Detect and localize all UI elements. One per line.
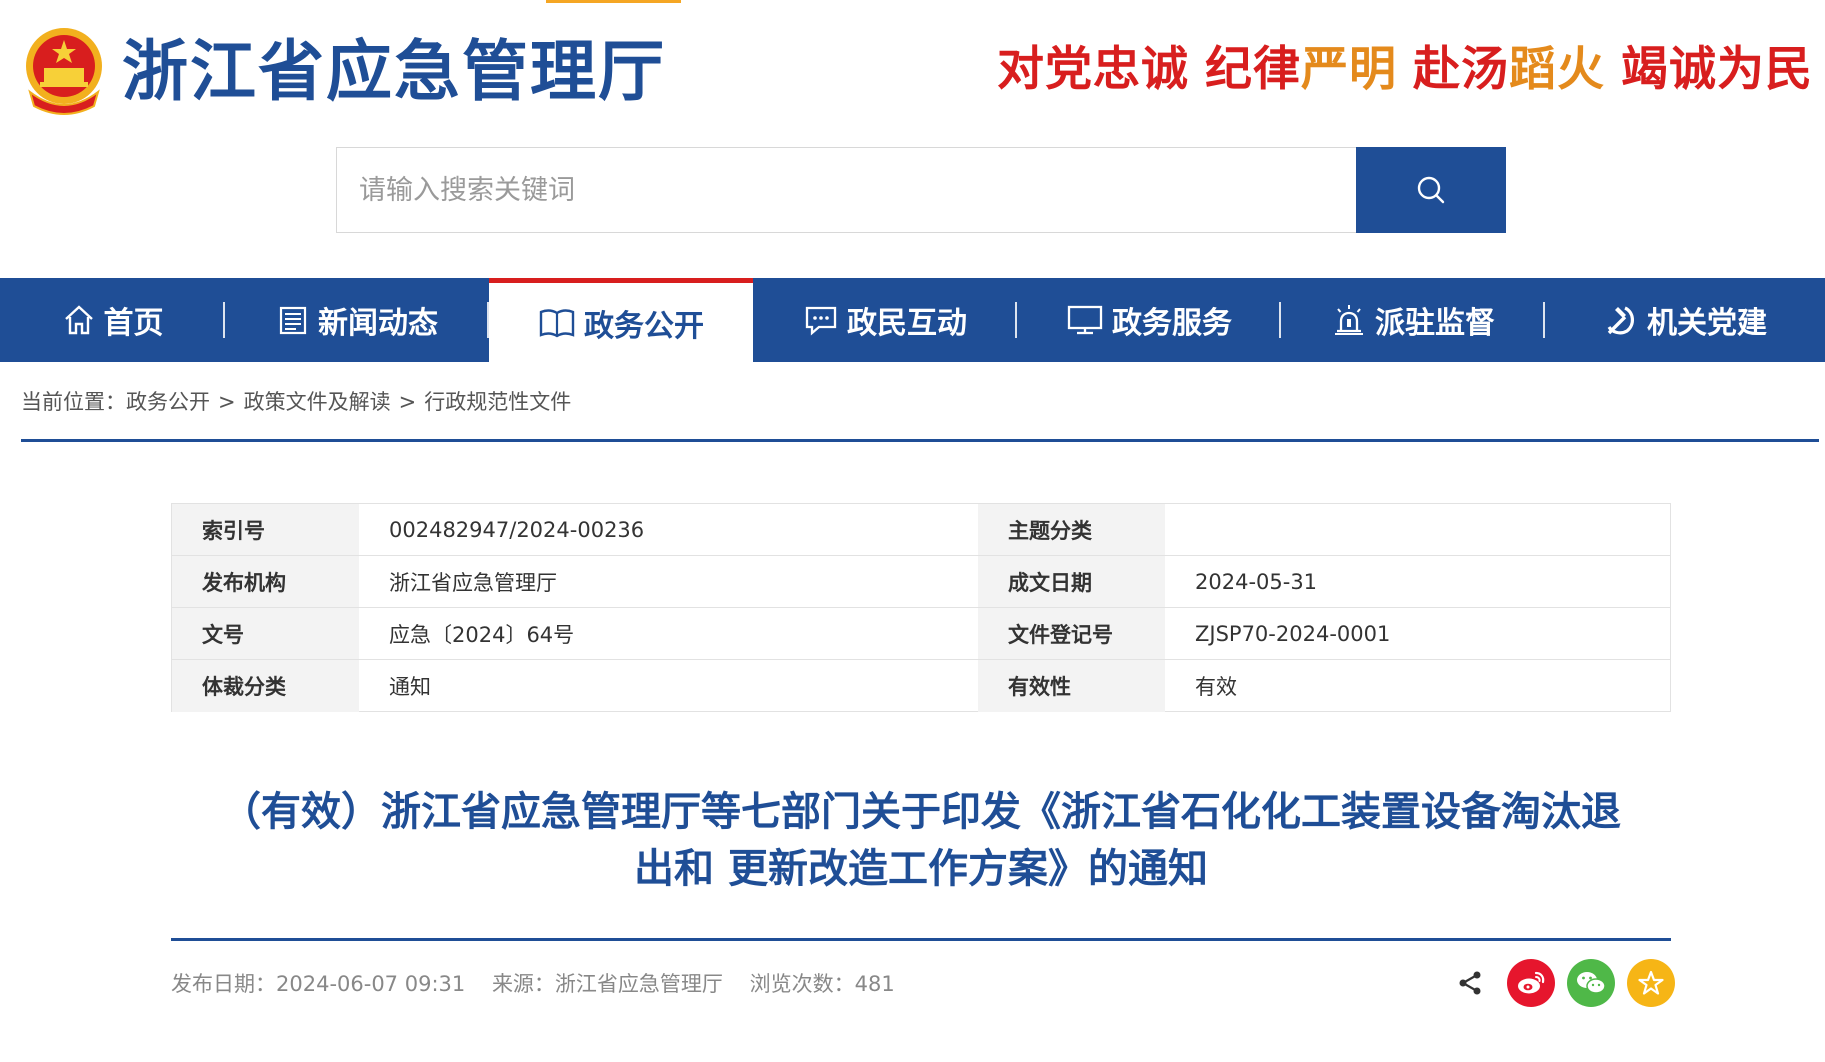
slogan-2-a: 纪律: [1205, 42, 1301, 97]
table-row: 索引号 002482947/2024-00236 主题分类: [172, 504, 1670, 556]
slogan-1: 对党忠诚: [997, 42, 1189, 97]
breadcrumb-divider: [21, 439, 1819, 442]
search-input[interactable]: [336, 147, 1356, 233]
meta-key: 发布机构: [172, 556, 359, 607]
nav-label: 新闻动态: [318, 306, 438, 341]
meta-key: 体裁分类: [172, 660, 359, 712]
meta-value: 有效: [1195, 675, 1237, 699]
meta-key: 有效性: [978, 660, 1165, 712]
hammer-sickle-icon: [1603, 303, 1639, 337]
meta-value: 通知: [389, 675, 431, 699]
search-button[interactable]: [1356, 147, 1506, 233]
breadcrumb-separator: >: [398, 390, 417, 414]
slogan-3-b: 蹈火: [1509, 42, 1605, 97]
nav-label: 政务服务: [1112, 306, 1232, 341]
meta-value: 应急〔2024〕64号: [389, 622, 575, 647]
nav-label: 机关党建: [1647, 306, 1767, 341]
meta-key: 索引号: [172, 504, 359, 555]
main-nav: 首页 新闻动态 政务公开 政民互动 政务服务 派驻监督 机关党建: [0, 278, 1825, 362]
wechat-icon: [1577, 972, 1606, 994]
nav-item-services[interactable]: 政务服务: [1017, 278, 1281, 362]
share-icon[interactable]: [1455, 968, 1485, 998]
meta-key: 成文日期: [978, 556, 1165, 607]
title-divider: [171, 938, 1671, 941]
breadcrumb-separator: >: [218, 390, 236, 414]
nav-label: 首页: [103, 306, 164, 341]
table-row: 发布机构 浙江省应急管理厅 成文日期 2024-05-31: [172, 556, 1670, 608]
view-count: 浏览次数：481: [749, 972, 895, 996]
search-bar: [336, 147, 1506, 233]
slogan-3-a: 赴汤: [1413, 42, 1509, 97]
article-info: 发布日期：2024-06-07 09:31 来源：浙江省应急管理厅 浏览次数：4…: [171, 968, 915, 998]
meta-value: [1165, 504, 1670, 555]
star-icon: [1638, 970, 1664, 995]
favorite-button[interactable]: [1627, 959, 1675, 1007]
breadcrumb: 当前位置：政务公开 > 政策文件及解读 > 行政规范性文件: [21, 386, 571, 416]
meta-value: ZJSP70-2024-0001: [1195, 621, 1391, 646]
nav-item-government-affairs[interactable]: 政务公开: [489, 278, 753, 362]
nav-item-interaction[interactable]: 政民互动: [753, 278, 1017, 362]
newspaper-icon: [276, 303, 310, 337]
slogan-4: 竭诚为民: [1621, 42, 1813, 97]
article-title-line-2: 出和 更新改造工作方案》的通知: [634, 846, 1208, 892]
nav-item-home[interactable]: 首页: [0, 278, 225, 362]
national-emblem-icon: [26, 28, 102, 115]
table-row: 体裁分类 通知 有效性 有效: [172, 660, 1670, 712]
nav-label: 派驻监督: [1375, 306, 1495, 341]
search-icon: [1417, 176, 1445, 204]
nav-label: 政务公开: [584, 308, 704, 344]
slogan-2-b: 严明: [1301, 42, 1397, 97]
meta-value: 002482947/2024-00236: [389, 517, 645, 542]
nav-item-party-building[interactable]: 机关党建: [1545, 278, 1825, 362]
monitor-icon: [1066, 303, 1104, 337]
wechat-share-button[interactable]: [1567, 959, 1615, 1007]
chat-icon: [803, 303, 839, 337]
home-icon: [62, 303, 96, 337]
article-title-line-1: （有效）浙江省应急管理厅等七部门关于印发《浙江省石化化工装置设备淘汰退: [221, 789, 1621, 835]
meta-value: 2024-05-31: [1195, 569, 1318, 594]
alarm-icon: [1331, 303, 1367, 337]
meta-key: 主题分类: [978, 504, 1165, 555]
share-bar: [1455, 959, 1687, 1007]
meta-key: 文件登记号: [978, 608, 1165, 659]
nav-label: 政民互动: [847, 306, 967, 341]
nav-item-supervision[interactable]: 派驻监督: [1281, 278, 1545, 362]
meta-key: 文号: [172, 608, 359, 659]
nav-item-news[interactable]: 新闻动态: [225, 278, 489, 362]
weibo-icon: [1518, 971, 1545, 994]
meta-value: 浙江省应急管理厅: [389, 570, 557, 595]
book-icon: [538, 306, 576, 340]
breadcrumb-prefix: 当前位置：: [21, 390, 126, 414]
site-header: 浙江省应急管理厅 对党忠诚 纪律严明 赴汤蹈火 竭诚为民: [0, 0, 1825, 140]
article-source: 来源：浙江省应急管理厅: [491, 972, 723, 996]
breadcrumb-item-policy-docs[interactable]: 政策文件及解读: [244, 390, 391, 414]
table-row: 文号 应急〔2024〕64号 文件登记号 ZJSP70-2024-0001: [172, 608, 1670, 660]
breadcrumb-item-government-affairs[interactable]: 政务公开: [126, 390, 210, 414]
slogan: 对党忠诚 纪律严明 赴汤蹈火 竭诚为民: [997, 38, 1813, 102]
article-title: （有效）浙江省应急管理厅等七部门关于印发《浙江省石化化工装置设备淘汰退 出和 更…: [171, 784, 1671, 898]
site-title[interactable]: 浙江省应急管理厅: [122, 32, 666, 112]
publish-date: 发布日期：2024-06-07 09:31: [171, 972, 466, 996]
weibo-share-button[interactable]: [1507, 959, 1555, 1007]
document-meta-table: 索引号 002482947/2024-00236 主题分类 发布机构 浙江省应急…: [171, 503, 1671, 712]
breadcrumb-item-normative-docs[interactable]: 行政规范性文件: [424, 390, 571, 414]
